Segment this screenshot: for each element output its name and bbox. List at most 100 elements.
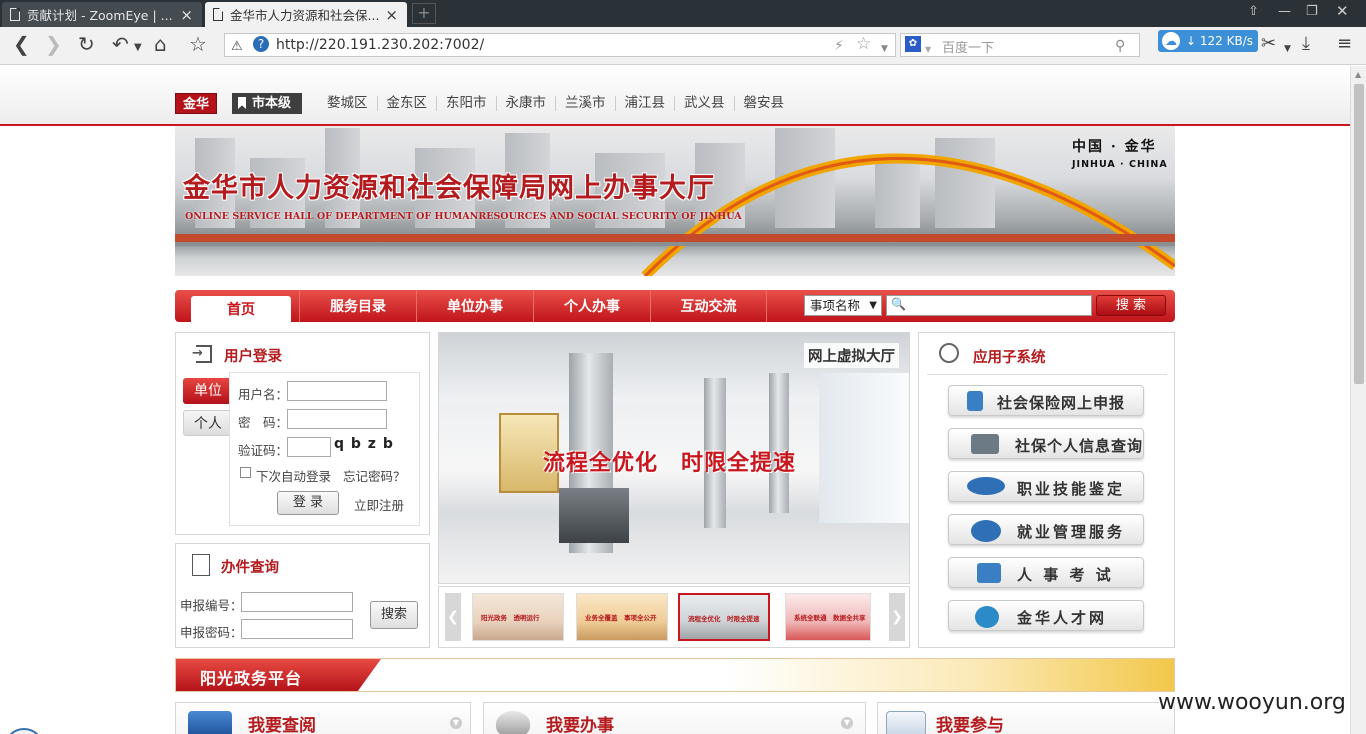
service-title: 我要办事 [546,716,614,734]
search-button[interactable]: 搜 索 [1096,295,1166,316]
thumbnail-selected[interactable]: 流程全优化 时限全提速 [678,593,770,641]
download-arrow-icon: ↓ [1186,34,1197,48]
browse-panel[interactable]: 我要查阅 ▼ [175,702,471,734]
region-link[interactable]: 东阳市 [436,96,496,111]
chevron-down-icon[interactable]: ▼ [134,38,142,58]
page-scrollbar[interactable]: ▲ [1350,66,1366,734]
password-input[interactable] [287,409,387,429]
chevron-down-icon[interactable]: ▼ [841,717,853,729]
scrollbar-thumb[interactable] [1354,84,1364,384]
region-link[interactable]: 永康市 [495,96,556,111]
header-banner: 金华市人力资源和社会保障局网上办事大厅 ONLINE SERVICE HALL … [175,126,1175,276]
undo-icon[interactable]: ↶ [112,34,129,54]
captcha-image[interactable]: q b z b [334,436,394,452]
region-link[interactable]: 武义县 [674,96,734,111]
search-icon[interactable]: ⚲ [1115,36,1125,56]
login-button[interactable]: 登 录 [277,491,339,515]
current-region-badge[interactable]: 市本级 [232,93,302,114]
number-input[interactable] [241,592,353,612]
login-panel: → 用户登录 单位 个人 用户名： 密 码： 验证码： q b z b 下次自动… [175,332,430,535]
captcha-input[interactable] [287,437,331,457]
watermark: www.wooyun.org [1158,690,1346,715]
username-label: 用户名： [238,387,289,402]
magnifier-icon [939,343,959,363]
region-link[interactable]: 浦江县 [614,96,675,111]
lightning-icon[interactable]: ⚡ [834,36,844,56]
minimize-icon[interactable]: — [1278,4,1291,19]
nav-home[interactable]: 首页 [191,296,291,323]
register-link[interactable]: 立即注册 [354,495,404,514]
menu-icon[interactable]: ≡ [1337,34,1352,54]
virtual-hall-label: 网上虚拟大厅 [804,343,899,368]
forgot-password-link[interactable]: 忘记密码？ [343,466,406,485]
id-card-icon [971,434,999,454]
search-input[interactable]: 🔍 [886,295,1092,316]
app-personal-info-query[interactable]: 社保个人信息查询 [948,428,1144,459]
app-talent-net[interactable]: 金华人才网 [948,600,1144,631]
ztis-logo-icon [967,477,1005,495]
service-panel[interactable]: 我要办事 ▼ [483,702,866,734]
chevron-right-icon[interactable]: ❯ [889,593,905,641]
nav-service-catalog[interactable]: 服务目录 [299,290,416,322]
forward-icon[interactable]: ❯ [45,34,62,54]
username-input[interactable] [287,381,387,401]
tab-person[interactable]: 个人 [183,410,233,436]
jinhua-logo[interactable]: 金华 [175,93,217,114]
tab-unit[interactable]: 单位 [183,378,233,404]
chevron-down-icon[interactable]: ▼ [450,717,462,729]
app-skill-appraisal[interactable]: 职业技能鉴定 [948,471,1144,502]
pin-icon[interactable]: ⇧ [1248,4,1259,19]
download-indicator[interactable]: ☁ ↓ 122 KB/s [1158,30,1258,52]
hall-slogan: 流程全优化 时限全提速 [543,450,797,476]
sunshine-platform-bar: 阳光政务平台 [175,658,1175,692]
nav-interaction[interactable]: 互动交流 [650,290,767,322]
back-icon[interactable]: ❮ [13,34,30,54]
search-engine-placeholder: 百度一下 [942,41,995,56]
app-social-insurance-declare[interactable]: 社会保险网上申报 [948,385,1144,416]
browser-tab-jinhua[interactable]: 金华市人力资源和社会保... × [205,2,407,27]
region-link[interactable]: 金东区 [376,96,437,111]
thumbnail[interactable]: 系统全联通 数据全共享 [785,593,871,641]
query-search-button[interactable]: 搜索 [370,601,418,629]
thumbnail[interactable]: 业务全覆盖 事项全公开 [576,593,668,641]
document-icon [10,8,20,21]
chevron-down-icon[interactable]: ▼ [1284,39,1291,59]
region-link[interactable]: 婺城区 [318,96,377,111]
close-tab-icon[interactable]: × [180,6,193,24]
chevron-left-icon[interactable]: ❮ [445,593,461,641]
app-label: 就业管理服务 [1017,523,1126,541]
region-link[interactable]: 磐安县 [733,96,794,111]
thumbnail[interactable]: 阳光政务 透明运行 [472,593,564,641]
browser-tab-zoomeye[interactable]: 贡献计划 - ZoomEye | ... × [2,2,202,27]
nav-personal-affairs[interactable]: 个人办事 [533,290,650,322]
app-label: 职业技能鉴定 [1017,480,1126,498]
query-password-input[interactable] [241,619,353,639]
home-icon[interactable]: ⌂ [154,34,167,54]
new-tab-button[interactable]: + [412,3,436,24]
restore-icon[interactable]: ❐ [1306,4,1318,19]
thumbnail-caption: 阳光政务 透明运行 [481,614,540,622]
participate-panel[interactable]: 我要参与 [877,702,1175,734]
download-icon[interactable]: ⤓ [1302,34,1310,54]
remember-checkbox[interactable] [240,467,251,478]
nav-unit-affairs[interactable]: 单位办事 [416,290,533,322]
scissors-icon[interactable]: ✂ [1261,34,1276,54]
chevron-down-icon[interactable]: ▼ [881,39,888,59]
chevron-down-icon[interactable]: ▼ [925,40,931,60]
window-close-icon[interactable]: ✕ [1336,2,1349,20]
app-label: 人 事 考 试 [1017,566,1114,584]
favorite-star-icon[interactable]: ☆ [856,34,871,54]
close-tab-icon[interactable]: × [385,6,398,24]
region-link[interactable]: 兰溪市 [555,96,615,111]
reload-icon[interactable]: ↻ [78,34,95,54]
app-employment-service[interactable]: 就业管理服务 [948,514,1144,545]
thumbnail-caption: 流程全优化 时限全提速 [688,615,760,623]
main-nav: 首页 服务目录 单位办事 个人办事 互动交流 事项名称 🔍 搜 索 [175,290,1175,323]
virtual-hall-image[interactable]: 网上虚拟大厅 流程全优化 时限全提速 [438,332,910,584]
floating-widget-icon[interactable] [4,728,44,734]
search-type-select[interactable]: 事项名称 [804,295,882,316]
search-engine-box[interactable] [900,33,1140,57]
app-personnel-exam[interactable]: 人 事 考 试 [948,557,1144,588]
bookmark-star-icon[interactable]: ☆ [189,34,207,54]
baidu-paw-icon[interactable]: ✿ [905,36,921,52]
